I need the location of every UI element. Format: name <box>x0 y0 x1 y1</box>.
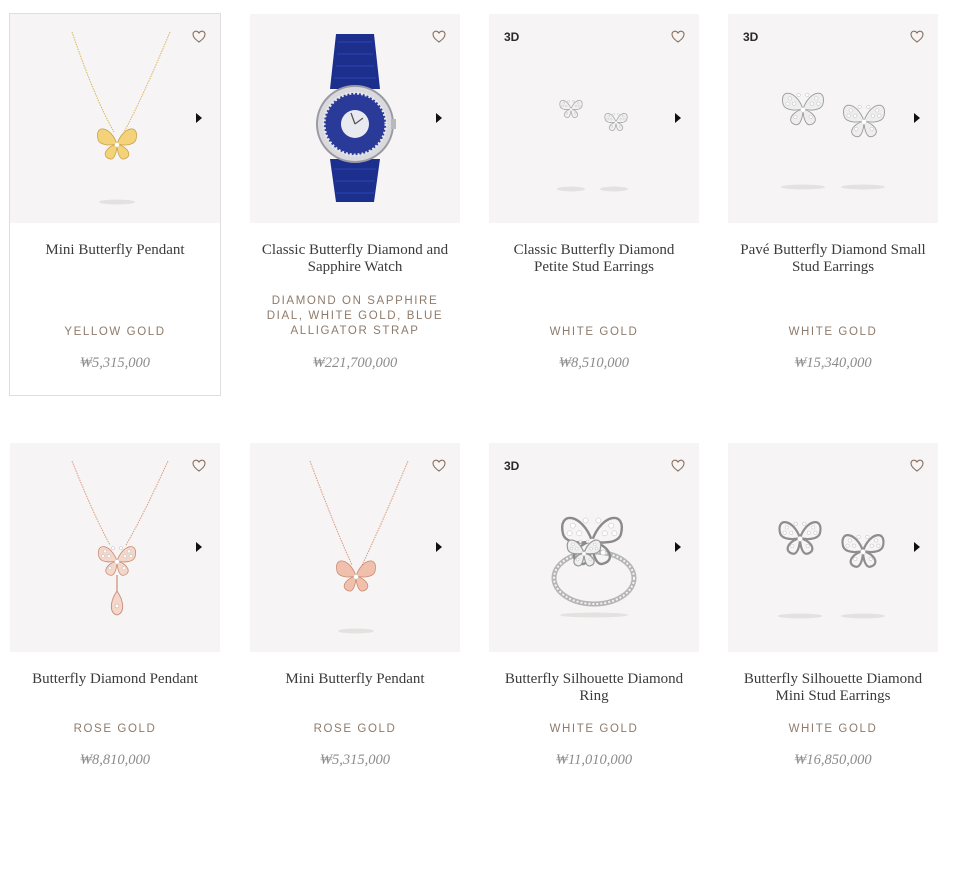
product-material: ROSE GOLD <box>313 723 397 735</box>
product-card[interactable]: Mini Butterfly Pendant YELLOW GOLD ₩5,31… <box>9 13 221 396</box>
product-card[interactable]: 3D Butterfly Silhouette Diamond Ring WHI… <box>489 443 699 824</box>
play-triangle-icon[interactable] <box>914 113 920 123</box>
product-price: ₩16,850,000 <box>794 752 872 768</box>
product-image[interactable] <box>10 14 220 223</box>
product-name[interactable]: Butterfly Diamond Pendant <box>18 671 212 688</box>
product-material: ROSE GOLD <box>73 723 157 735</box>
product-image[interactable]: 3D <box>489 443 699 652</box>
product-row-1: Mini Butterfly Pendant YELLOW GOLD ₩5,31… <box>9 13 940 443</box>
product-name[interactable]: Mini Butterfly Pendant <box>18 242 212 259</box>
product-photo <box>10 443 220 652</box>
play-triangle-icon[interactable] <box>675 542 681 552</box>
product-card[interactable]: Butterfly Diamond Pendant ROSE GOLD ₩8,8… <box>10 443 220 824</box>
product-price: ₩5,315,000 <box>319 752 391 768</box>
product-photo <box>489 443 699 652</box>
product-image[interactable]: 3D <box>728 14 938 223</box>
product-image[interactable] <box>10 443 220 652</box>
heart-icon[interactable] <box>910 30 924 43</box>
heart-icon[interactable] <box>192 30 206 43</box>
3d-badge[interactable]: 3D <box>504 30 519 44</box>
product-price: ₩8,810,000 <box>79 752 151 768</box>
product-photo <box>250 14 460 223</box>
product-material: WHITE GOLD <box>549 723 639 735</box>
product-row-2: Butterfly Diamond Pendant ROSE GOLD ₩8,8… <box>10 443 940 872</box>
product-material: WHITE GOLD <box>788 326 878 338</box>
product-price: ₩8,510,000 <box>558 355 630 371</box>
product-photo <box>250 443 460 652</box>
play-triangle-icon[interactable] <box>196 113 202 123</box>
product-card[interactable]: Mini Butterfly Pendant ROSE GOLD ₩5,315,… <box>250 443 460 824</box>
heart-icon[interactable] <box>910 459 924 472</box>
product-card[interactable]: Classic Butterfly Diamond and Sapphire W… <box>250 14 460 395</box>
product-material: WHITE GOLD <box>788 723 878 735</box>
product-name[interactable]: Pavé Butterfly Diamond Small Stud Earrin… <box>736 242 930 276</box>
product-card[interactable]: 3D Classic Butterfly Diamond Petite Stud… <box>489 14 699 395</box>
product-image[interactable] <box>250 14 460 223</box>
product-name[interactable]: Mini Butterfly Pendant <box>258 671 452 688</box>
product-photo <box>728 443 938 652</box>
product-image[interactable]: 3D <box>489 14 699 223</box>
product-photo <box>489 14 699 223</box>
heart-icon[interactable] <box>671 459 685 472</box>
heart-icon[interactable] <box>671 30 685 43</box>
3d-badge[interactable]: 3D <box>504 459 519 473</box>
product-price: ₩221,700,000 <box>312 355 398 371</box>
heart-icon[interactable] <box>432 459 446 472</box>
product-name[interactable]: Butterfly Silhouette Diamond Ring <box>497 671 691 705</box>
product-name[interactable]: Butterfly Silhouette Diamond Mini Stud E… <box>736 671 930 705</box>
play-triangle-icon[interactable] <box>436 542 442 552</box>
product-material: WHITE GOLD <box>549 326 639 338</box>
product-name[interactable]: Classic Butterfly Diamond and Sapphire W… <box>258 242 452 276</box>
product-name[interactable]: Classic Butterfly Diamond Petite Stud Ea… <box>497 242 691 276</box>
product-material: YELLOW GOLD <box>64 326 166 338</box>
product-grid: Mini Butterfly Pendant YELLOW GOLD ₩5,31… <box>9 13 940 872</box>
product-price: ₩5,315,000 <box>79 355 151 371</box>
play-triangle-icon[interactable] <box>675 113 681 123</box>
play-triangle-icon[interactable] <box>436 113 442 123</box>
heart-icon[interactable] <box>192 459 206 472</box>
product-photo <box>728 14 938 223</box>
3d-badge[interactable]: 3D <box>743 30 758 44</box>
heart-icon[interactable] <box>432 30 446 43</box>
product-image[interactable] <box>728 443 938 652</box>
product-image[interactable] <box>250 443 460 652</box>
product-price: ₩11,010,000 <box>555 752 633 768</box>
product-photo <box>10 14 220 223</box>
product-card[interactable]: Butterfly Silhouette Diamond Mini Stud E… <box>728 443 938 824</box>
play-triangle-icon[interactable] <box>196 542 202 552</box>
play-triangle-icon[interactable] <box>914 542 920 552</box>
product-material: DIAMOND ON SAPPHIRE DIAL, WHITE GOLD, BL… <box>266 295 444 337</box>
product-price: ₩15,340,000 <box>794 355 872 371</box>
product-card[interactable]: 3D Pavé Butterfly Diamond Small Stud Ear… <box>728 14 938 395</box>
